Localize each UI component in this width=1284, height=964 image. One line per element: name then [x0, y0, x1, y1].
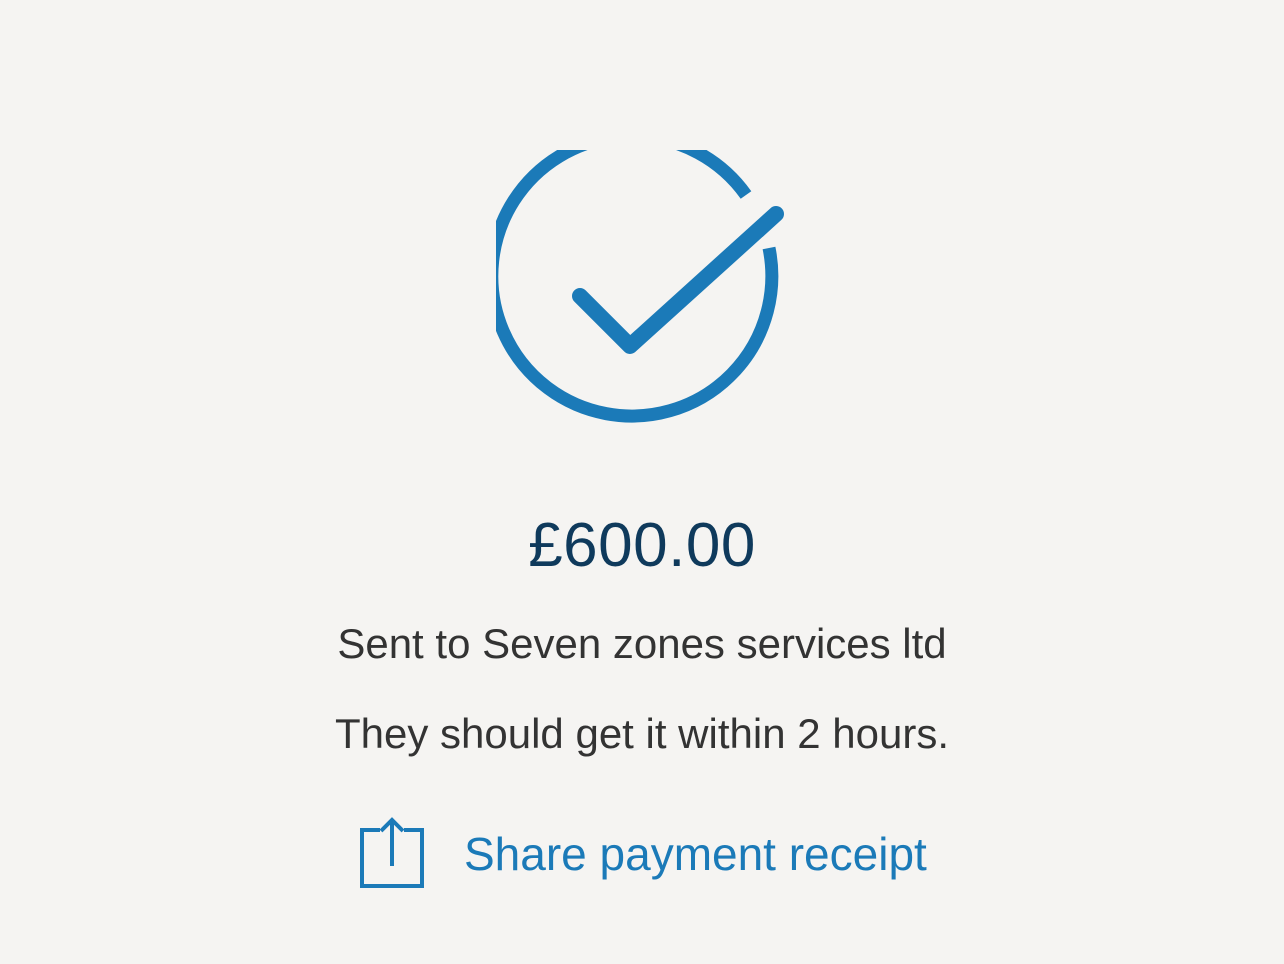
share-receipt-button[interactable]: Share payment receipt — [356, 814, 927, 894]
share-receipt-label: Share payment receipt — [464, 828, 927, 880]
payment-confirmation-screen: £600.00 Sent to Seven zones services ltd… — [0, 0, 1284, 964]
share-icon — [360, 817, 424, 888]
payment-amount: £600.00 — [528, 511, 756, 580]
check-circle-icon — [496, 150, 784, 423]
recipient-text: Sent to Seven zones services ltd — [337, 620, 947, 667]
delivery-eta-text: They should get it within 2 hours. — [334, 710, 949, 757]
